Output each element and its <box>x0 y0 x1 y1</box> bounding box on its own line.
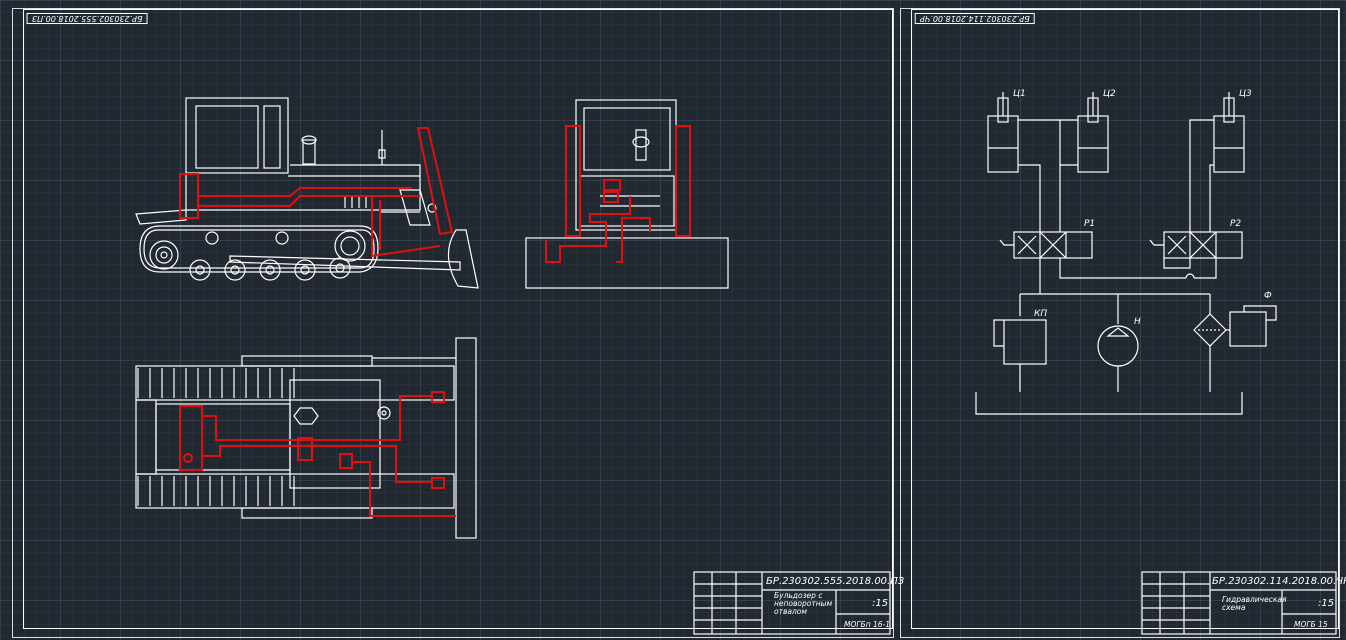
hydraulic-schematic <box>975 92 1277 415</box>
relief-valve <box>1003 319 1047 365</box>
label-kp: КП <box>1034 309 1047 319</box>
label-c3: Ц3 <box>1239 89 1252 99</box>
cylinder-c3 <box>1213 115 1245 173</box>
label-p2: Р2 <box>1230 219 1241 229</box>
cylinder-c2 <box>1077 115 1109 173</box>
document-code: БР.230302.555.2018.00.ПЗ <box>766 576 905 587</box>
label-f: Ф <box>1264 291 1272 301</box>
name-line: отвалом <box>774 607 808 616</box>
bulldozer-side-view <box>135 97 479 289</box>
name-line: схема <box>1222 603 1246 612</box>
scale: :15 <box>872 598 889 609</box>
label-n: Н <box>1134 317 1141 327</box>
document-code: БР.230302.114.2018.00.ЧР <box>1212 576 1346 587</box>
organization: МОГБп 16-1 <box>844 620 891 629</box>
hydraulic-lines <box>179 125 691 517</box>
drawing-canvas: Ц1 Ц2 Ц3 Р1 Р2 КП Н Ф <box>135 89 1337 635</box>
pump <box>1097 325 1139 367</box>
tank <box>975 392 1243 415</box>
label-c2: Ц2 <box>1103 89 1116 99</box>
label-c1: Ц1 <box>1013 89 1026 99</box>
label-p1: Р1 <box>1084 219 1095 229</box>
document-name: Гидравлическая схема <box>1222 596 1287 612</box>
document-name: Бульдозер с неповоротным отвалом <box>774 592 832 616</box>
organization: МОГБ 15 <box>1294 620 1328 629</box>
bulldozer-front-view <box>525 99 729 289</box>
cylinder-c1 <box>987 115 1019 173</box>
scale: :15 <box>1318 598 1335 609</box>
